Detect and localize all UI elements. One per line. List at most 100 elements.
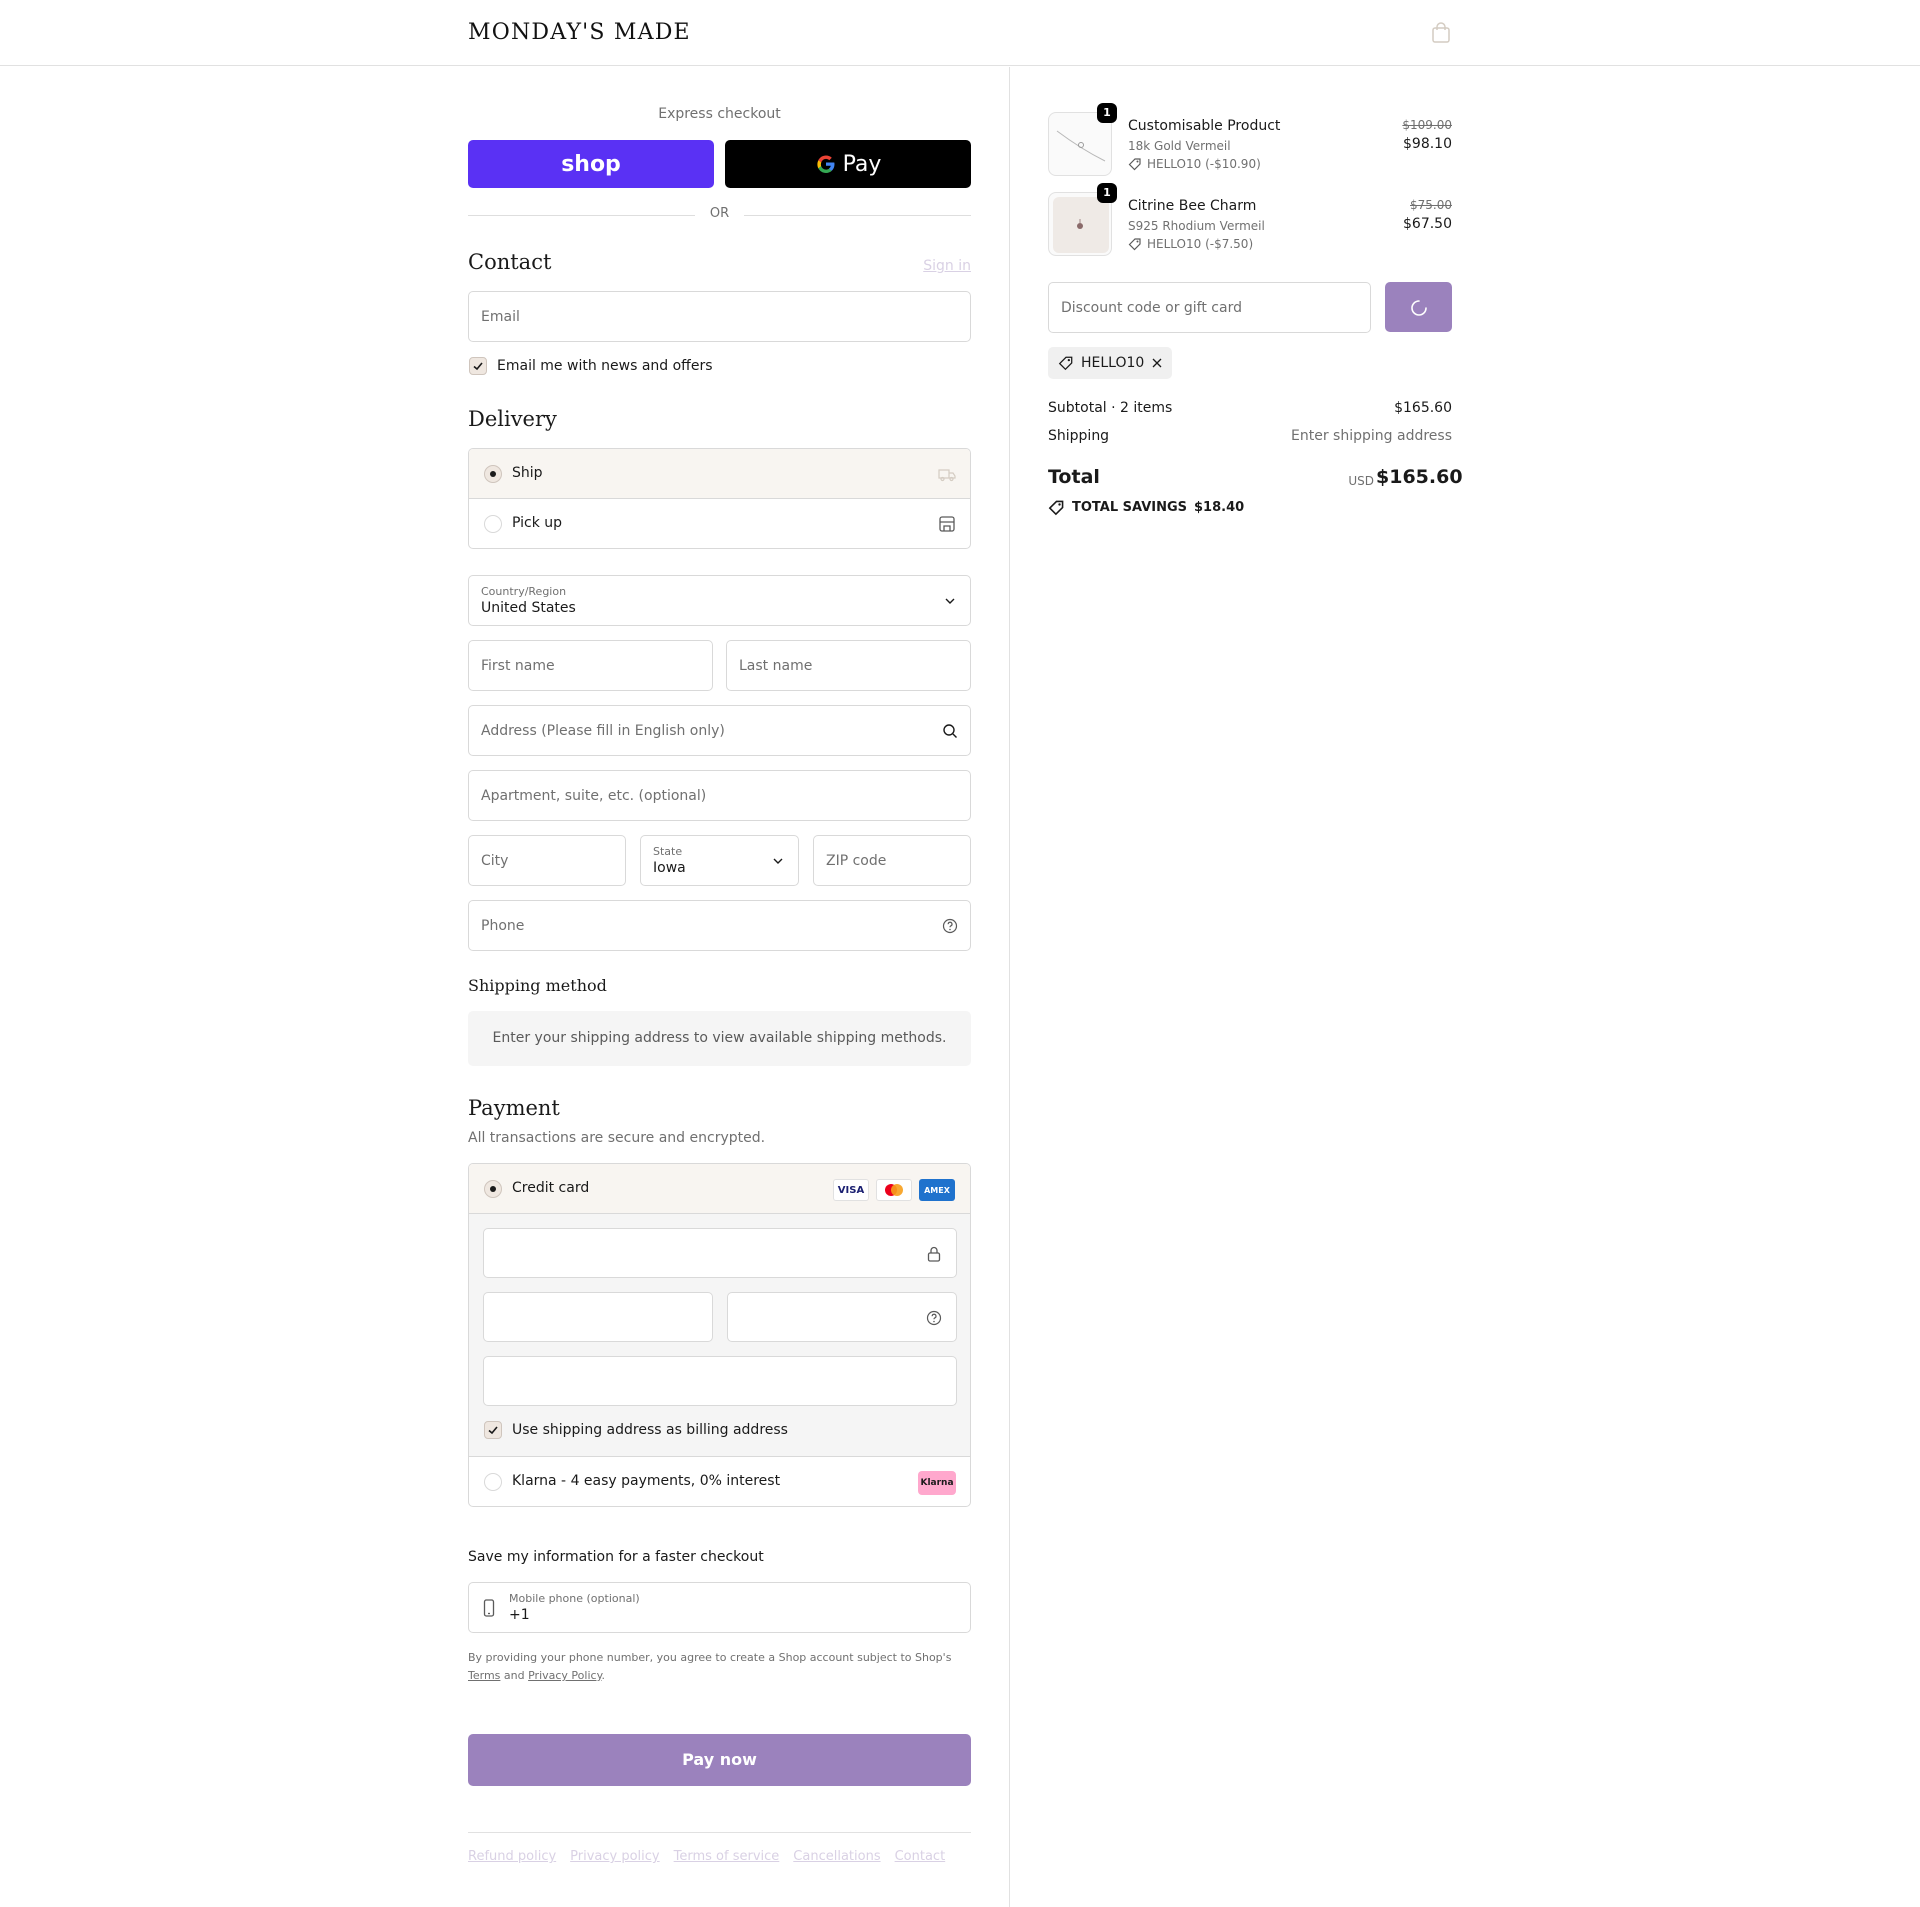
quantity-badge: 1	[1097, 103, 1117, 123]
state-value: Iowa	[653, 860, 686, 876]
expiry-field[interactable]	[483, 1292, 713, 1342]
tag-icon	[1048, 500, 1064, 516]
email-placeholder: Email	[481, 308, 520, 325]
first-name-field[interactable]: First name	[468, 640, 713, 691]
subtotal-label: Subtotal · 2 items	[1048, 400, 1173, 416]
privacy-policy-footer-link[interactable]: Privacy policy	[570, 1849, 659, 1864]
site-header: MONDAY'S MADE	[0, 0, 1920, 66]
phone-field[interactable]: Phone	[468, 900, 971, 951]
pickup-radio[interactable]	[484, 515, 502, 533]
last-name-field[interactable]: Last name	[726, 640, 971, 691]
payment-title: Payment	[468, 1096, 560, 1120]
search-icon	[943, 723, 957, 738]
refund-policy-link[interactable]: Refund policy	[468, 1849, 556, 1864]
delivery-option-pickup[interactable]: Pick up	[469, 499, 970, 548]
city-field[interactable]: City	[468, 835, 626, 886]
card-number-field[interactable]	[483, 1228, 957, 1278]
ship-radio[interactable]	[484, 465, 502, 483]
product-discount: HELLO10 (-$10.90)	[1128, 157, 1261, 171]
or-label: OR	[709, 206, 730, 221]
email-field[interactable]: Email	[468, 291, 971, 342]
billing-same-checkbox[interactable]	[484, 1421, 502, 1439]
delivery-title: Delivery	[468, 407, 557, 431]
sign-in-link[interactable]: Sign in	[900, 258, 971, 274]
shopping-bag-icon[interactable]	[1430, 22, 1452, 44]
subtotal-value: $165.60	[1394, 400, 1452, 416]
payment-option-klarna[interactable]: Klarna - 4 easy payments, 0% interest Kl…	[469, 1457, 970, 1506]
applied-discount-chip: HELLO10	[1048, 347, 1172, 379]
security-code-field[interactable]	[727, 1292, 957, 1342]
address-placeholder: Address (Please fill in English only)	[481, 722, 725, 739]
ship-label: Ship	[512, 465, 543, 481]
close-icon[interactable]	[1151, 357, 1163, 369]
country-label: Country/Region	[481, 585, 567, 598]
tag-icon	[1128, 238, 1141, 251]
apartment-placeholder: Apartment, suite, etc. (optional)	[481, 787, 707, 804]
visa-label: VISA	[837, 1184, 865, 1196]
name-on-card-field[interactable]	[483, 1356, 957, 1406]
apartment-field[interactable]: Apartment, suite, etc. (optional)	[468, 770, 971, 821]
contact-title: Contact	[468, 250, 552, 274]
terms-link[interactable]: Terms	[468, 1669, 500, 1682]
payment-option-credit-card[interactable]: Credit card VISA AMEX	[469, 1164, 970, 1214]
product-variant: 18k Gold Vermeil	[1128, 139, 1231, 153]
product-variant: S925 Rhodium Vermeil	[1128, 219, 1265, 233]
mobile-phone-label: Mobile phone (optional)	[509, 1592, 640, 1605]
order-item: 1 Customisable Product 18k Gold Vermeil …	[1048, 103, 1452, 180]
klarna-radio[interactable]	[484, 1473, 502, 1491]
tag-icon	[1058, 356, 1073, 371]
product-discount-text: HELLO10 (-$7.50)	[1147, 237, 1254, 251]
order-summary-panel	[1009, 67, 1920, 1907]
credit-card-radio[interactable]	[484, 1180, 502, 1198]
delivery-option-ship[interactable]: Ship	[469, 449, 970, 499]
shop-pay-button[interactable]: shop	[468, 140, 714, 188]
help-circle-icon[interactable]	[942, 918, 958, 934]
mastercard-logo-icon	[876, 1179, 912, 1201]
total-value: $165.60	[1376, 466, 1463, 488]
city-placeholder: City	[481, 852, 509, 869]
store-icon	[939, 516, 955, 532]
discount-code-field[interactable]: Discount code or gift card	[1048, 282, 1371, 333]
original-price: $109.00	[1402, 118, 1452, 132]
total-label: Total	[1048, 466, 1100, 488]
total-currency: USD	[1348, 474, 1374, 488]
express-checkout-label: Express checkout	[658, 106, 781, 122]
divider-line	[744, 215, 971, 216]
state-select[interactable]: State Iowa	[640, 835, 799, 886]
discount-code-placeholder: Discount code or gift card	[1061, 299, 1242, 316]
loading-spinner-icon	[1411, 300, 1427, 316]
amex-label: AMEX	[924, 1185, 950, 1195]
billing-same-label: Use shipping address as billing address	[512, 1422, 788, 1438]
state-label: State	[653, 845, 683, 858]
subtotal-row: Subtotal · 2 items $165.60	[1048, 400, 1452, 420]
first-name-placeholder: First name	[481, 657, 555, 674]
klarna-badge-label: Klarna	[920, 1478, 954, 1488]
google-pay-button[interactable]: Pay	[725, 140, 971, 188]
legal-text: By providing your phone number, you agre…	[468, 1651, 952, 1664]
footer-divider	[468, 1832, 971, 1833]
help-circle-icon[interactable]	[926, 1310, 942, 1326]
zip-field[interactable]: ZIP code	[813, 835, 971, 886]
discounted-price: $98.10	[1403, 136, 1452, 152]
contact-link[interactable]: Contact	[895, 1849, 946, 1864]
terms-of-service-link[interactable]: Terms of service	[674, 1849, 780, 1864]
lock-icon	[927, 1246, 941, 1262]
discounted-price: $67.50	[1403, 216, 1452, 232]
country-select[interactable]: Country/Region United States	[468, 575, 971, 626]
save-info-title: Save my information for a faster checkou…	[468, 1549, 764, 1565]
cancellations-link[interactable]: Cancellations	[793, 1849, 880, 1864]
checkmark-icon	[473, 362, 483, 371]
pickup-label: Pick up	[512, 515, 563, 531]
product-name: Customisable Product	[1128, 118, 1281, 134]
or-divider: OR	[468, 206, 971, 224]
pay-now-button[interactable]: Pay now	[468, 1734, 971, 1786]
total-savings: TOTAL SAVINGS $18.40	[1048, 499, 1244, 516]
address-field[interactable]: Address (Please fill in English only)	[468, 705, 971, 756]
apply-discount-button[interactable]	[1385, 282, 1452, 332]
mobile-phone-field[interactable]: Mobile phone (optional) +1	[468, 1582, 971, 1633]
product-discount-text: HELLO10 (-$10.90)	[1147, 157, 1261, 171]
amex-logo-icon: AMEX	[919, 1179, 955, 1201]
brand-logo[interactable]: MONDAY'S MADE	[468, 20, 691, 45]
newsletter-checkbox[interactable]	[469, 357, 487, 375]
privacy-policy-link[interactable]: Privacy Policy	[528, 1669, 601, 1682]
